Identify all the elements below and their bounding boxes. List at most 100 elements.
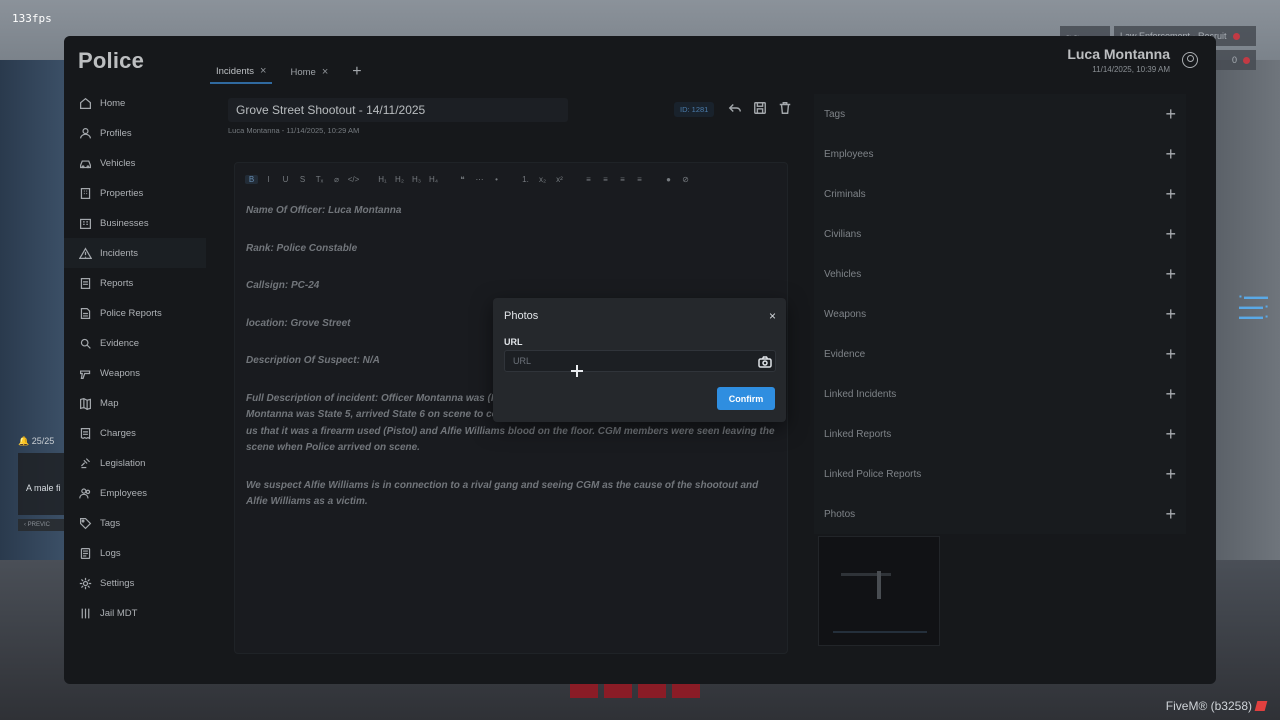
trash-icon[interactable] — [777, 100, 793, 116]
notification: 🔔 25/25 A male fi ‹ PREVIC — [18, 436, 66, 531]
toolbar-button[interactable]: 1. — [519, 175, 532, 184]
toolbar-button[interactable]: B — [245, 174, 258, 184]
sidebar-item-label: Weapons — [100, 367, 140, 379]
section-label: Criminals — [824, 188, 866, 200]
tab-home[interactable]: Home × — [284, 60, 334, 84]
sidebar-item-vehicles[interactable]: Vehicles — [64, 148, 206, 178]
sidebar-item-incidents[interactable]: Incidents — [64, 238, 206, 268]
add-icon[interactable]: + — [1165, 384, 1176, 405]
tag-icon — [78, 516, 92, 530]
sidebar-item-home[interactable]: Home — [64, 88, 206, 118]
sidebar-item-police-reports[interactable]: Police Reports — [64, 298, 206, 328]
toolbar-button[interactable]: x² — [553, 175, 566, 184]
sidebar-item-reports[interactable]: Reports — [64, 268, 206, 298]
sidebar-item-properties[interactable]: Properties — [64, 178, 206, 208]
fivem-build: FiveM® (b3258) — [1165, 699, 1252, 713]
sidebar-item-label: Logs — [100, 547, 121, 559]
add-icon[interactable]: + — [1165, 224, 1176, 245]
sidebar-item-charges[interactable]: Charges — [64, 418, 206, 448]
section-label: Employees — [824, 148, 874, 160]
toolbar-button[interactable]: I — [262, 175, 275, 184]
add-icon[interactable]: + — [1165, 424, 1176, 445]
add-icon[interactable]: + — [1165, 184, 1176, 205]
section-photos: Photos + — [814, 494, 1186, 534]
sidebar-item-label: Home — [100, 97, 126, 109]
notification-count-text: 25/25 — [31, 436, 55, 446]
sidebar-item-employees[interactable]: Employees — [64, 478, 206, 508]
toolbar-button[interactable]: ● — [662, 175, 675, 184]
close-icon[interactable]: × — [769, 309, 776, 323]
add-icon[interactable]: + — [1165, 504, 1176, 525]
thumbnail-detail — [833, 631, 927, 633]
toolbar-button[interactable]: H₂ — [393, 175, 406, 184]
add-icon[interactable]: + — [1165, 104, 1176, 125]
move-cursor-icon — [571, 365, 583, 377]
sidebar-item-logs[interactable]: Logs — [64, 538, 206, 568]
section-tags: Tags + — [814, 94, 1186, 134]
add-icon[interactable]: + — [1165, 344, 1176, 365]
sidebar-item-businesses[interactable]: Businesses — [64, 208, 206, 238]
sidebar-item-weapons[interactable]: Weapons — [64, 358, 206, 388]
toolbar-button[interactable]: ⊘ — [679, 175, 692, 184]
add-icon[interactable]: + — [1165, 464, 1176, 485]
toolbar-button[interactable]: H₄ — [427, 175, 440, 184]
add-icon[interactable]: + — [1165, 304, 1176, 325]
toolbar-button[interactable]: H₃ — [410, 175, 423, 184]
user-name: Luca Montanna — [1067, 46, 1170, 62]
sidebar-item-evidence[interactable]: Evidence — [64, 328, 206, 358]
fivem-watermark: FiveM® (b3258) — [1165, 699, 1268, 713]
account-icon[interactable] — [1182, 52, 1198, 68]
sidebar-item-tags[interactable]: Tags — [64, 508, 206, 538]
incident-title-input[interactable]: Grove Street Shootout - 14/11/2025 — [228, 98, 568, 122]
tab-label: Home — [290, 66, 316, 78]
car-icon — [78, 156, 92, 170]
toolbar-button[interactable]: U — [279, 175, 292, 184]
notification-count: 🔔 25/25 — [18, 436, 55, 446]
toolbar-button[interactable]: ≡ — [582, 175, 595, 184]
sidebar-item-label: Tags — [100, 517, 121, 529]
toolbar-button[interactable]: • — [490, 175, 503, 184]
sidebar-item-map[interactable]: Map — [64, 388, 206, 418]
toolbar-button[interactable]: ≡ — [616, 175, 629, 184]
sidebar-item-settings[interactable]: Settings — [64, 568, 206, 598]
save-icon[interactable] — [752, 100, 768, 116]
close-tab-icon[interactable]: × — [260, 65, 266, 77]
section-label: Vehicles — [824, 268, 862, 280]
add-tab-icon[interactable]: + — [352, 63, 361, 81]
editor-toolbar: B I U S Tₓ ⌀ </> H₁ H₂ H₃ H₄ ❝ ⋯ • 1. x₂ x² ≡ ≡ ≡ ≡ ● ⊘ — [245, 169, 692, 189]
toolbar-button[interactable]: ❝ — [456, 175, 469, 184]
thumbnail-detail — [877, 571, 881, 599]
sidebar-item-label: Map — [100, 397, 119, 409]
bars-icon — [78, 606, 92, 620]
confirm-button[interactable]: Confirm — [717, 387, 775, 410]
sidebar-item-legislation[interactable]: Legislation — [64, 448, 206, 478]
section-weapons: Weapons + — [814, 294, 1186, 334]
toolbar-button[interactable]: x₂ — [536, 175, 549, 184]
camera-icon[interactable] — [758, 355, 772, 368]
tab-incidents[interactable]: Incidents × — [210, 60, 273, 84]
notification-prev-button[interactable]: ‹ PREVIC — [18, 519, 66, 531]
sidebar-item-label: Jail MDT — [100, 607, 138, 619]
toolbar-button[interactable]: S — [296, 175, 309, 184]
toolbar-button[interactable]: </> — [347, 175, 360, 184]
modal-title: Photos — [504, 310, 539, 322]
url-input[interactable] — [504, 350, 776, 372]
section-vehicles: Vehicles + — [814, 254, 1186, 294]
toolbar-button[interactable]: ⋯ — [473, 175, 486, 184]
map-icon — [78, 396, 92, 410]
toolbar-button[interactable]: Tₓ — [313, 175, 326, 184]
section-label: Tags — [824, 108, 846, 120]
add-icon[interactable]: + — [1165, 144, 1176, 165]
sidebar-item-label: Profiles — [100, 127, 132, 139]
add-icon[interactable]: + — [1165, 264, 1176, 285]
photo-thumbnail[interactable] — [818, 536, 940, 646]
toolbar-button[interactable]: ⌀ — [330, 175, 343, 184]
toolbar-button[interactable]: H₁ — [376, 175, 389, 184]
toolbar-button[interactable]: ≡ — [633, 175, 646, 184]
sidebar-item-jail-mdt[interactable]: Jail MDT — [64, 598, 206, 628]
sidebar-item-profiles[interactable]: Profiles — [64, 118, 206, 148]
close-tab-icon[interactable]: × — [322, 66, 328, 78]
undo-icon[interactable] — [727, 100, 743, 116]
toolbar-button[interactable]: ≡ — [599, 175, 612, 184]
section-evidence: Evidence + — [814, 334, 1186, 374]
